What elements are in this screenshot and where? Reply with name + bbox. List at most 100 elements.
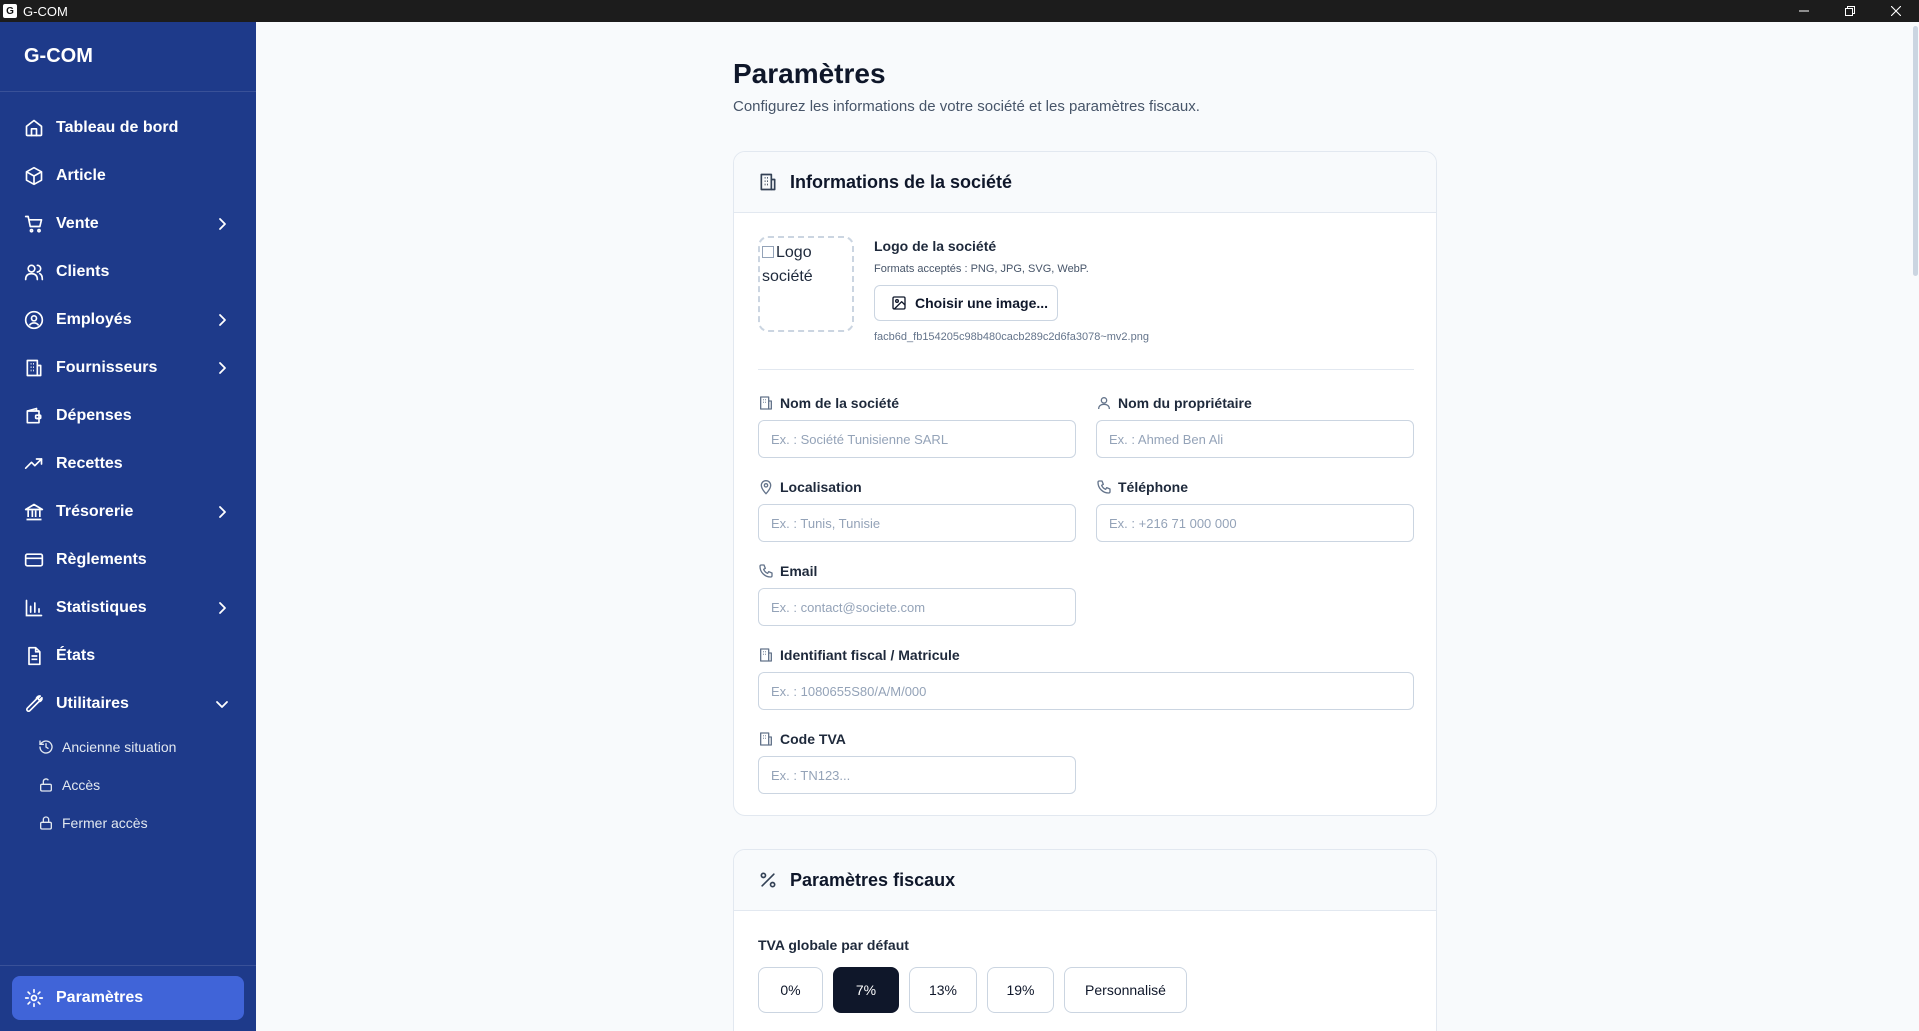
app-icon: G bbox=[3, 4, 17, 18]
sidebar-item-fournisseurs[interactable]: Fournisseurs bbox=[0, 344, 256, 392]
company-info-card: Informations de la société Logo société … bbox=[733, 151, 1437, 816]
chevron-right-icon bbox=[219, 602, 226, 614]
sidebar-item-etats[interactable]: États bbox=[0, 632, 256, 680]
tax-id-label: Identifiant fiscal / Matricule bbox=[780, 647, 960, 663]
owner-name-label: Nom du propriétaire bbox=[1118, 395, 1252, 411]
percent-icon bbox=[758, 870, 778, 890]
bank-icon bbox=[24, 502, 44, 522]
sidebar-item-label: Statistiques bbox=[56, 599, 147, 616]
close-window-button[interactable] bbox=[1873, 0, 1919, 22]
sidebar-item-article[interactable]: Article bbox=[0, 152, 256, 200]
logo-preview: Logo société bbox=[758, 236, 854, 332]
window-controls bbox=[1781, 0, 1919, 22]
image-icon bbox=[891, 295, 907, 311]
sidebar-item-depenses[interactable]: Dépenses bbox=[0, 392, 256, 440]
sidebar-item-label: Clients bbox=[56, 263, 110, 280]
cart-icon bbox=[24, 214, 44, 234]
card-header: Informations de la société bbox=[734, 152, 1436, 213]
broken-image-icon bbox=[762, 246, 774, 258]
sidebar-item-tresorerie[interactable]: Trésorerie bbox=[0, 488, 256, 536]
sidebar-subitem-ancienne-situation[interactable]: Ancienne situation bbox=[0, 728, 256, 766]
sidebar-item-statistiques[interactable]: Statistiques bbox=[0, 584, 256, 632]
field-label: Code TVA bbox=[758, 729, 1076, 749]
sidebar-item-tableau-de-bord[interactable]: Tableau de bord bbox=[0, 104, 256, 152]
field-label: Nom du propriétaire bbox=[1096, 393, 1414, 413]
sidebar-subitem-acces[interactable]: Accès bbox=[0, 766, 256, 804]
lock-icon bbox=[38, 815, 54, 831]
tax-id-field: Identifiant fiscal / Matricule bbox=[758, 645, 1414, 710]
sidebar-item-label: États bbox=[56, 647, 96, 664]
building-icon bbox=[758, 172, 778, 192]
sidebar-item-utilitaires[interactable]: Utilitaires bbox=[0, 680, 256, 728]
wrench-icon bbox=[24, 694, 44, 714]
sidebar-item-label: Recettes bbox=[56, 455, 123, 472]
sidebar-footer: Paramètres bbox=[0, 965, 256, 1031]
sidebar-item-label: Vente bbox=[56, 215, 99, 232]
building-icon bbox=[758, 647, 774, 663]
fiscal-settings-card: Paramètres fiscaux TVA globale par défau… bbox=[733, 849, 1437, 1031]
credit-card-icon bbox=[24, 550, 44, 570]
card-header: Paramètres fiscaux bbox=[734, 850, 1436, 911]
gear-icon bbox=[24, 988, 44, 1008]
logo-section: Logo société Logo de la société Formats … bbox=[758, 236, 1414, 370]
document-icon bbox=[24, 646, 44, 666]
sidebar-item-vente[interactable]: Vente bbox=[0, 200, 256, 248]
sidebar-item-label: Paramètres bbox=[56, 989, 144, 1006]
sidebar-item-label: Employés bbox=[56, 311, 132, 328]
company-name-label: Nom de la société bbox=[780, 395, 900, 411]
chevron-right-icon bbox=[219, 218, 226, 230]
logo-label: Logo de la société bbox=[874, 238, 997, 254]
sidebar-item-reglements[interactable]: Règlements bbox=[0, 536, 256, 584]
sidebar-item-employes[interactable]: Employés bbox=[0, 296, 256, 344]
phone-input[interactable] bbox=[1096, 504, 1414, 542]
wallet-icon bbox=[24, 406, 44, 426]
owner-name-input[interactable] bbox=[1096, 420, 1414, 458]
email-input[interactable] bbox=[758, 588, 1076, 626]
tva-option-13[interactable]: 13% bbox=[909, 967, 977, 1013]
window-titlebar: G G-COM bbox=[0, 0, 1919, 22]
tva-option-7[interactable]: 7% bbox=[833, 967, 899, 1013]
logo-formats-hint: Formats acceptés : PNG, JPG, SVG, WebP. bbox=[874, 263, 1089, 275]
vat-code-field: Code TVA bbox=[758, 729, 1076, 794]
chevron-right-icon bbox=[219, 362, 226, 374]
sidebar-subitem-fermer-acces[interactable]: Fermer accès bbox=[0, 804, 256, 842]
tva-default-label: TVA globale par défaut bbox=[758, 937, 909, 953]
tva-option-19[interactable]: 19% bbox=[987, 967, 1054, 1013]
choose-image-button[interactable]: Choisir une image... bbox=[874, 285, 1058, 321]
close-icon bbox=[1891, 6, 1901, 16]
phone-field: Téléphone bbox=[1096, 477, 1414, 542]
trending-up-icon bbox=[24, 454, 44, 474]
main-content: Paramètres Configurez les informations d… bbox=[256, 22, 1919, 1031]
minimize-button[interactable] bbox=[1781, 0, 1827, 22]
page-title: Paramètres bbox=[733, 58, 886, 89]
sidebar: G-COM Tableau de bord Article Vente Clie… bbox=[0, 22, 256, 1031]
sidebar-item-label: Dépenses bbox=[56, 407, 132, 424]
sidebar-item-label: Utilitaires bbox=[56, 695, 129, 712]
main-scrollbar[interactable] bbox=[1911, 22, 1919, 1031]
scrollbar-thumb[interactable] bbox=[1913, 26, 1918, 276]
tva-option-0[interactable]: 0% bbox=[758, 967, 823, 1013]
sidebar-item-label: Fournisseurs bbox=[56, 359, 158, 376]
location-input[interactable] bbox=[758, 504, 1076, 542]
tva-option-custom[interactable]: Personnalisé bbox=[1064, 967, 1187, 1013]
history-icon bbox=[38, 739, 54, 755]
home-icon bbox=[24, 118, 44, 138]
tax-id-input[interactable] bbox=[758, 672, 1414, 710]
window-title: G-COM bbox=[23, 3, 68, 19]
tva-options: 0% 7% 13% 19% Personnalisé bbox=[758, 967, 1187, 1013]
chevron-right-icon bbox=[219, 314, 226, 326]
card-title: Informations de la société bbox=[790, 171, 1013, 192]
phone-icon bbox=[758, 563, 774, 579]
sidebar-item-clients[interactable]: Clients bbox=[0, 248, 256, 296]
company-name-input[interactable] bbox=[758, 420, 1076, 458]
sidebar-item-parametres[interactable]: Paramètres bbox=[12, 976, 244, 1020]
brand-logo[interactable]: G-COM bbox=[0, 22, 256, 92]
vat-code-input[interactable] bbox=[758, 756, 1076, 794]
sidebar-subitem-label: Ancienne situation bbox=[62, 739, 177, 755]
location-field: Localisation bbox=[758, 477, 1076, 542]
restore-button[interactable] bbox=[1827, 0, 1873, 22]
sidebar-item-recettes[interactable]: Recettes bbox=[0, 440, 256, 488]
package-icon bbox=[24, 166, 44, 186]
unlock-icon bbox=[38, 777, 54, 793]
phone-label: Téléphone bbox=[1118, 479, 1189, 495]
